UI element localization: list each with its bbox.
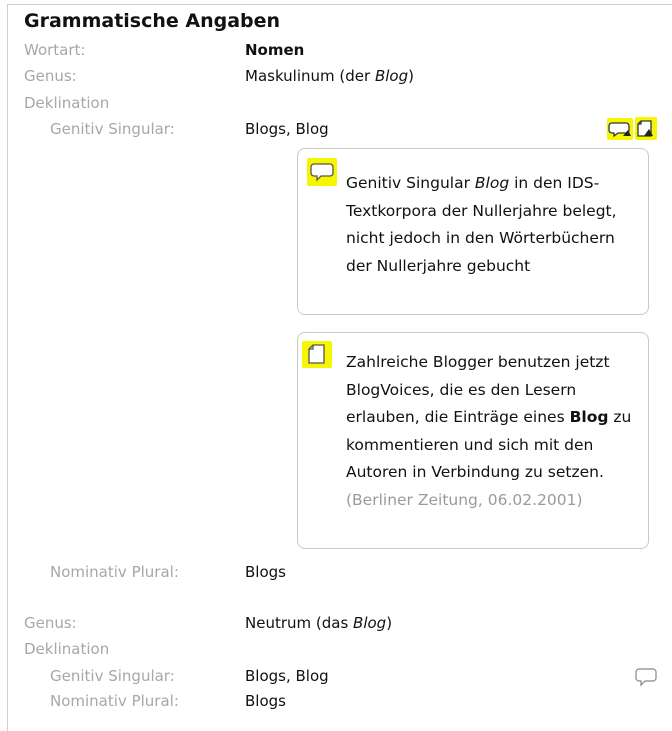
- genus-value-1: Maskulinum (der Blog): [245, 67, 414, 85]
- genus-value-2: Neutrum (das Blog): [245, 614, 393, 632]
- nominativ-plural-value-2: Blogs: [245, 692, 286, 710]
- genitiv-singular-label-2: Genitiv Singular:: [50, 667, 175, 685]
- citation-text: Zahlreiche Blogger benutzen jetzt BlogVo…: [346, 353, 632, 509]
- document-icon: [637, 120, 653, 137]
- citation-card: Zahlreiche Blogger benutzen jetzt BlogVo…: [297, 332, 649, 549]
- genitiv-singular-value-1: Blogs, Blog: [245, 120, 329, 138]
- citation-source: (Berliner Zeitung, 06.02.2001): [346, 490, 583, 509]
- genitiv-singular-label-1: Genitiv Singular:: [50, 120, 175, 138]
- comment-toggle-button[interactable]: [607, 118, 633, 140]
- document-icon: [308, 344, 325, 364]
- citation-toggle-button[interactable]: [635, 117, 657, 140]
- speech-bubble-icon: [310, 163, 334, 182]
- wortart-label: Wortart:: [24, 41, 86, 59]
- genus-label-2: Genus:: [24, 614, 77, 632]
- comment-toggle-button-2[interactable]: [634, 666, 658, 688]
- nominativ-plural-value-1: Blogs: [245, 563, 286, 581]
- deklination-label-2: Deklination: [24, 640, 110, 658]
- comment-text: Genitiv Singular Blog in den IDS-Textkor…: [346, 174, 617, 275]
- speech-bubble-icon: [608, 122, 631, 138]
- citation-card-icon-highlight: [302, 341, 332, 368]
- speech-bubble-icon: [635, 668, 657, 687]
- comment-card: Genitiv Singular Blog in den IDS-Textkor…: [297, 148, 649, 315]
- genitiv-singular-value-2: Blogs, Blog: [245, 667, 329, 685]
- deklination-label-1: Deklination: [24, 94, 110, 112]
- genus-label-1: Genus:: [24, 67, 77, 85]
- nominativ-plural-label-1: Nominativ Plural:: [50, 563, 179, 581]
- nominativ-plural-label-2: Nominativ Plural:: [50, 692, 179, 710]
- wortart-value: Nomen: [245, 41, 305, 59]
- comment-card-icon-highlight: [307, 158, 337, 186]
- section-title: Grammatische Angaben: [24, 10, 281, 32]
